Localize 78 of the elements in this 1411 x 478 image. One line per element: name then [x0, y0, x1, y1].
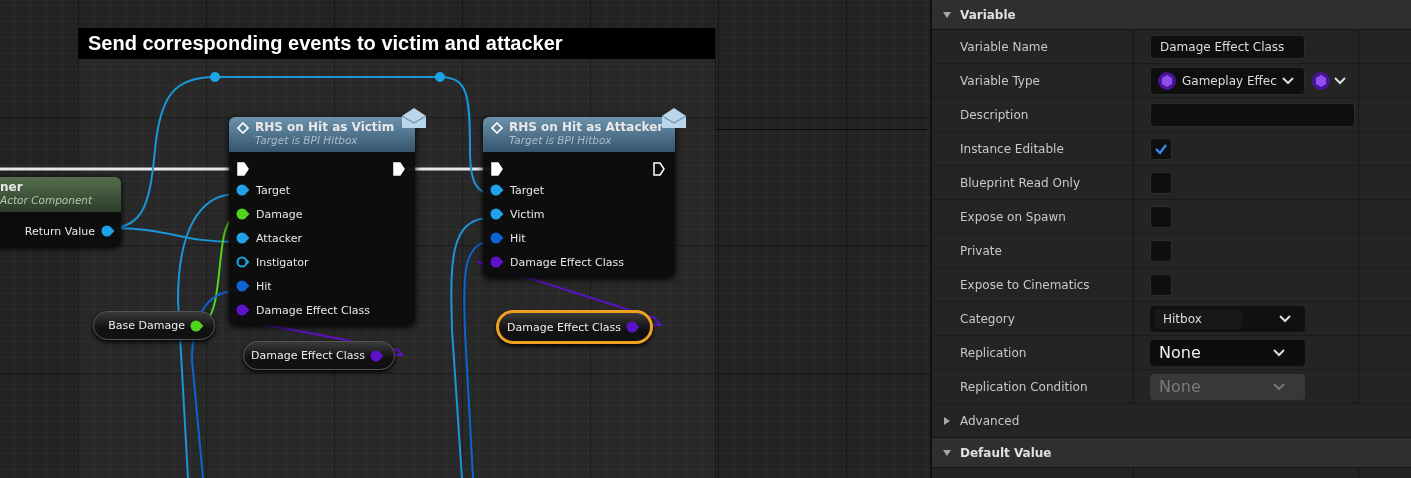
- exec-pin-icon[interactable]: [393, 162, 405, 176]
- pin-icon[interactable]: [190, 319, 204, 332]
- node-title: RHS on Hit as Victim: [255, 120, 396, 134]
- variable-node[interactable]: Damage Effect Class: [496, 310, 653, 344]
- property-label: Variable Name: [960, 39, 1048, 54]
- reroute-knot[interactable]: [435, 72, 445, 82]
- pin-label: Victim: [510, 207, 545, 221]
- text-field[interactable]: [1150, 102, 1355, 127]
- pin-icon[interactable]: [490, 208, 504, 220]
- section-header[interactable]: Variable: [932, 0, 1411, 30]
- checkbox[interactable]: [1150, 273, 1172, 296]
- pin-label: Attacker: [256, 231, 302, 245]
- checkbox[interactable]: [1150, 239, 1172, 262]
- node-title: RHS on Hit as Attacker: [509, 120, 665, 134]
- variable-node[interactable]: Damage Effect Class: [243, 341, 395, 370]
- node-title: ner: [0, 180, 24, 194]
- chevron-icon: [1334, 76, 1346, 85]
- chevron-icon: [1273, 348, 1285, 357]
- function-icon: [491, 122, 503, 134]
- blueprint-node[interactable]: ner Actor Component Return Value: [0, 177, 121, 246]
- node-subtitle: Actor Component: [0, 194, 94, 206]
- class-type-icon: [1311, 70, 1331, 91]
- pin-label: Target: [510, 183, 545, 197]
- pin-label: Damage Effect Class: [510, 255, 624, 269]
- category-combo-box[interactable]: Hitbox: [1150, 305, 1305, 332]
- checkbox[interactable]: [1150, 205, 1172, 228]
- pin-label: Target: [256, 183, 291, 197]
- exec-pin-icon[interactable]: [237, 162, 249, 176]
- property-label: Replication: [960, 345, 1027, 360]
- pin-label: Damage: [256, 207, 303, 221]
- node-subtitle: Target is BPI Hitbox: [509, 134, 613, 146]
- pin-icon[interactable]: [490, 184, 504, 196]
- property-label: Description: [960, 107, 1029, 122]
- text-field[interactable]: Damage Effect Class: [1150, 34, 1305, 59]
- section-header[interactable]: Default Value: [932, 438, 1411, 468]
- chevron-icon: [1279, 314, 1291, 323]
- property-label: Replication Condition: [960, 379, 1088, 394]
- collapse-arrow-icon[interactable]: [942, 9, 952, 20]
- container-type-dropdown[interactable]: [1311, 70, 1346, 91]
- pin-icon[interactable]: [236, 208, 250, 220]
- pin-label: Damage Effect Class: [256, 303, 370, 317]
- property-label: Blueprint Read Only: [960, 175, 1081, 190]
- property-label: Variable Type: [960, 73, 1040, 88]
- type-dropdown[interactable]: Gameplay Effec: [1150, 66, 1305, 95]
- property-label: Expose to Cinematics: [960, 277, 1090, 292]
- pin-icon[interactable]: [101, 225, 115, 237]
- pin-label: Hit: [256, 279, 272, 293]
- pin-icon[interactable]: [236, 256, 250, 268]
- collapse-arrow-icon[interactable]: [942, 447, 952, 458]
- comment-title: Send corresponding events to victim and attacker: [78, 28, 715, 59]
- envelope-icon: [401, 107, 427, 129]
- property-label: Expose on Spawn: [960, 209, 1066, 224]
- pin-label: Return Value: [24, 224, 95, 238]
- function-icon: [237, 122, 249, 134]
- reroute-knot[interactable]: [210, 72, 220, 82]
- envelope-icon: [661, 107, 687, 129]
- exec-pin-icon[interactable]: [491, 162, 503, 176]
- group-header[interactable]: Advanced: [932, 404, 1411, 438]
- pin-icon[interactable]: [236, 184, 250, 196]
- property-label: Category: [960, 311, 1015, 326]
- pin-label: Instigator: [256, 255, 309, 269]
- property-label: Instance Editable: [960, 141, 1064, 156]
- variable-node[interactable]: Base Damage: [93, 311, 215, 340]
- chevron-icon: [1273, 382, 1285, 391]
- pin-label: Hit: [510, 231, 526, 245]
- exec-pin-icon[interactable]: [653, 162, 665, 176]
- property-label: Private: [960, 243, 1002, 258]
- blueprint-node[interactable]: RHS on Hit as Attacker Target is BPI Hitbox Target Victim Hit Damage Effect Class: [483, 117, 675, 277]
- node-subtitle: Target is BPI Hitbox: [255, 134, 359, 146]
- expand-arrow-icon[interactable]: [942, 415, 952, 426]
- checkbox[interactable]: [1150, 171, 1172, 194]
- blueprint-node[interactable]: RHS on Hit as Victim Target is BPI Hitbox Target Damage Attacker Instigator Hit Damage Effect Class: [229, 117, 415, 325]
- checkbox[interactable]: [1150, 137, 1172, 160]
- class-type-icon: [1157, 70, 1177, 91]
- pin-icon[interactable]: [236, 232, 250, 244]
- dropdown[interactable]: None: [1150, 339, 1305, 366]
- checkmark-icon: [1154, 142, 1168, 155]
- chevron-icon: [1281, 76, 1294, 85]
